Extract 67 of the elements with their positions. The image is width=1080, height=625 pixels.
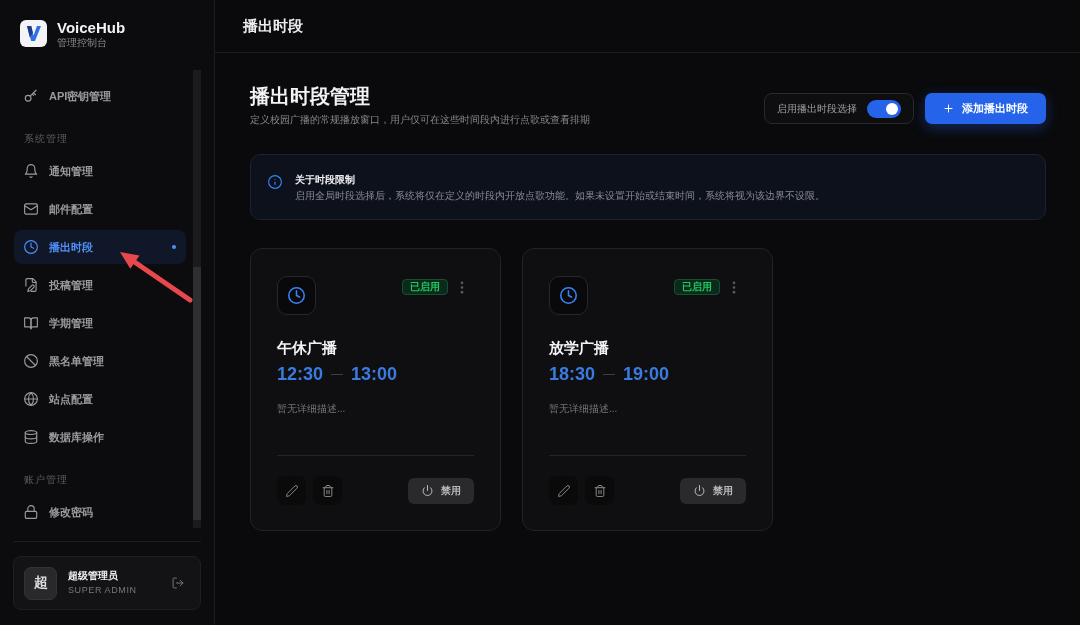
sidebar-item[interactable]: API密钥管理 [14,79,186,113]
end-time: 13:00 [351,363,398,385]
app-subtitle: 管理控制台 [57,36,108,49]
book-icon [24,316,38,330]
app-name: VoiceHub [57,18,126,37]
logout-icon[interactable] [172,577,184,589]
trash-icon [593,484,606,497]
slot-name: 放学广播 [549,339,610,357]
sidebar-item[interactable]: 通知管理 [14,154,186,188]
sidebar-item[interactable]: 数据库操作 [14,420,186,454]
user-name: 超级管理员 [68,570,119,582]
start-time: 12:30 [277,363,324,385]
end-time: 19:00 [623,363,670,385]
toggle-label: 启用播出时段选择 [777,101,857,116]
sidebar-item[interactable]: 邮件配置 [14,192,186,226]
plus-icon [943,103,954,114]
power-icon [422,485,433,496]
disable-button[interactable]: 禁用 [408,477,474,504]
toggle-switch[interactable] [867,99,901,118]
globe-icon [24,392,38,406]
page-subtitle: 定义校园广播的常规播放窗口，用户仅可在这些时间段内进行点歌或查看排期 [250,113,591,127]
database-icon [24,430,38,444]
padlock-icon [24,505,38,519]
pencil-icon [285,484,298,497]
status-badge: 已启用 [674,279,720,295]
notice-text: 启用全局时段选择后，系统将仅在定义的时段内开放点歌功能。如果未设置开始或结束时间，系统将视为该边界不设限。 [295,189,825,203]
envelope-icon [24,202,38,216]
sidebar-item[interactable]: 黑名单管理 [14,344,186,378]
trash-icon [321,484,334,497]
bell-icon [24,164,38,178]
user-role: SUPER ADMIN [68,585,137,596]
indicator-dot-icon [172,245,176,249]
edit-button[interactable] [277,476,306,505]
edit-button[interactable] [549,476,578,505]
sidebar-item[interactable]: 投稿管理 [14,268,186,302]
slot-name: 午休广播 [277,339,338,357]
add-slot-button[interactable]: 添加播出时段 [925,93,1046,124]
status-badge: 已启用 [402,279,448,295]
sidebar-item[interactable]: 学期管理 [14,306,186,340]
logo-icon [20,20,47,47]
more-icon[interactable] [732,281,736,294]
slot-description: 暂无详细描述... [277,402,347,416]
scrollbar[interactable] [193,70,201,528]
more-icon[interactable] [460,281,464,294]
notice-title: 关于时段限制 [295,173,356,187]
slot-description: 暂无详细描述... [549,402,619,416]
key-icon [24,89,38,103]
prohibited-icon [24,354,38,368]
delete-button[interactable] [313,476,342,505]
sidebar-item[interactable]: 修改密码 [14,495,186,529]
clock-icon [549,276,588,315]
power-icon [694,485,705,496]
delete-button[interactable] [585,476,614,505]
info-icon [268,175,282,189]
document-pen-icon [24,278,38,292]
clock-icon [24,240,38,254]
header-title: 播出时段 [243,16,303,36]
clock-icon [277,276,316,315]
section-label: 账户管理 [23,473,69,487]
disable-button[interactable]: 禁用 [680,477,746,504]
section-label: 系统管理 [23,132,69,146]
start-time: 18:30 [549,363,596,385]
page-title: 播出时段管理 [250,84,371,109]
sidebar-item[interactable]: 播出时段 [14,230,186,264]
pencil-icon [557,484,570,497]
avatar: 超 [24,566,57,600]
sidebar-item[interactable]: 站点配置 [14,382,186,416]
